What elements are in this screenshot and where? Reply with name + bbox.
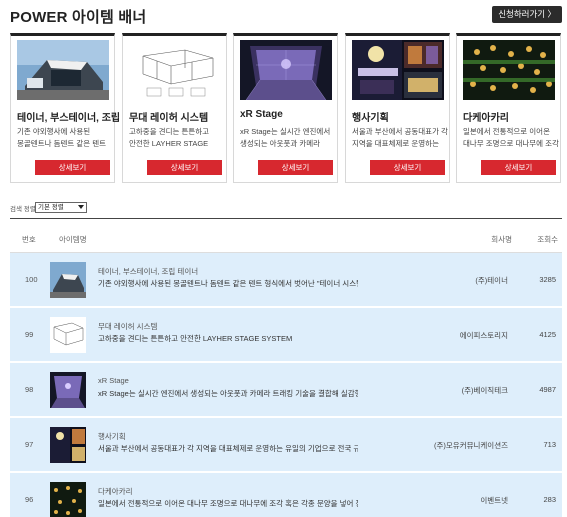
row-number: 97 (25, 440, 34, 449)
row-description: 고하중을 견디는 튼튼하고 안전한 LAYHER STAGE SYSTEM (98, 334, 293, 343)
row-views: 4987 (539, 385, 556, 394)
event-planning-image[interactable] (352, 40, 444, 100)
row-description: xR Stage는 실시간 엔진에서 생성되는 아웃풋과 카메라 트래킹 기술을… (98, 389, 358, 398)
card-title[interactable]: 무대 레이허 시스템 (129, 109, 208, 124)
card-title[interactable]: 테이너, 부스테이너, 조립 (17, 109, 120, 124)
item-card[interactable]: 무대 레이허 시스템 고하중을 견디는 튼튼하고 안전한 LAYHER STAG… (122, 33, 227, 183)
card-desc-line: 생성되는 아웃풋과 카메라 (240, 139, 321, 148)
detail-button[interactable]: 상세보기 (258, 160, 333, 175)
bamboo-light-image[interactable] (50, 482, 86, 517)
item-card[interactable]: 다케아카리 일본에서 전통적으로 이어온 대나무 조명으로 대나무에 조각 상세… (456, 33, 561, 183)
card-desc-line: 고하중을 견디는 튼튼하고 (129, 127, 210, 136)
card-description: 서울과 부산에서 공동대표가 각 지역을 대표체제로 운영하는 (352, 126, 448, 150)
card-description: xR Stage는 실시간 엔진에서 생성되는 아웃풋과 카메라 (240, 126, 336, 150)
row-company: (주)베이직테크 (461, 386, 508, 395)
header-views: 조회수 (537, 235, 558, 244)
row-views: 713 (543, 440, 556, 449)
row-number: 100 (25, 275, 38, 284)
stage-scaffold-image[interactable] (129, 40, 221, 100)
sort-label: 검색 정렬 (10, 206, 36, 213)
event-planning-image[interactable] (50, 427, 86, 463)
row-title[interactable]: 행사기획 (98, 431, 126, 442)
row-company: 에이피스토리지 (459, 331, 508, 340)
item-card[interactable]: xR Stage xR Stage는 실시간 엔진에서 생성되는 아웃풋과 카메… (233, 33, 338, 183)
card-title[interactable]: xR Stage (240, 109, 283, 120)
chevron-down-icon (78, 205, 84, 209)
apply-button[interactable]: 신청하러가기 〉 (492, 6, 562, 23)
row-title[interactable]: 테이너, 부스테이너, 조립 테이너 (98, 266, 198, 277)
card-desc-line: 대나무 조명으로 대나무에 조각 (463, 139, 559, 148)
card-desc-line: 몽골텐트나 돔텐트 같은 텐트 (17, 139, 107, 148)
table-row[interactable]: 100 테이너, 부스테이너, 조립 테이너 기존 야외행사에 사용된 몽골텐트… (10, 253, 562, 307)
card-title[interactable]: 행사기획 (352, 109, 389, 124)
row-company: (주)테이너 (475, 276, 508, 285)
xr-stage-image[interactable] (240, 40, 332, 100)
row-title[interactable]: 무대 레이허 시스템 (98, 321, 157, 332)
tent-building-image[interactable] (50, 262, 86, 298)
row-views: 3285 (539, 275, 556, 284)
row-company: (주)모유커뮤니케이션즈 (434, 441, 508, 450)
row-company: 이벤트넷 (480, 496, 508, 505)
table-header: 번호 아이템명 회사명 조회수 (10, 218, 562, 253)
card-desc-line: 지역을 대표체제로 운영하는 (352, 139, 439, 148)
card-desc-line: 일본에서 전통적으로 이어온 (463, 127, 550, 136)
bamboo-light-image[interactable] (463, 40, 555, 100)
row-number: 98 (25, 385, 34, 394)
item-card[interactable]: 테이너, 부스테이너, 조립 기존 야외행사에 사용된 몽골텐트나 돔텐트 같은… (10, 33, 120, 183)
row-description: 기존 야외행사에 사용된 몽골텐트나 돔텐트 같은 텐트 형식에서 벗어난 "테… (98, 279, 358, 288)
card-desc-line: 서울과 부산에서 공동대표가 각 (352, 127, 448, 136)
sort-select[interactable]: 기본 정렬 (35, 202, 87, 213)
row-description: 서울과 부산에서 공동대표가 각 지역을 대표체제로 운영하는 유일의 기업으로… (98, 444, 358, 453)
card-description: 일본에서 전통적으로 이어온 대나무 조명으로 대나무에 조각 (463, 126, 559, 150)
row-number: 99 (25, 330, 34, 339)
detail-button[interactable]: 상세보기 (147, 160, 222, 175)
page-title: POWER 아이템 배너 (10, 9, 147, 26)
card-title[interactable]: 다케아카리 (463, 109, 509, 124)
table-row[interactable]: 98 xR Stage xR Stage는 실시간 엔진에서 생성되는 아웃풋과… (10, 363, 562, 417)
card-desc-line: 기존 야외행사에 사용된 (17, 127, 91, 136)
detail-button[interactable]: 상세보기 (370, 160, 445, 175)
table-row[interactable]: 99 무대 레이허 시스템 고하중을 견디는 튼튼하고 안전한 LAYHER S… (10, 308, 562, 362)
card-description: 기존 야외행사에 사용된 몽골텐트나 돔텐트 같은 텐트 (17, 126, 113, 150)
row-title[interactable]: xR Stage (98, 376, 129, 385)
card-desc-line: xR Stage는 실시간 엔진에서 (240, 127, 331, 136)
row-number: 96 (25, 495, 34, 504)
row-description: 일본에서 전통적으로 이어온 대나무 조명으로 대나무에 조각 혹은 각종 문양… (98, 499, 358, 508)
item-card-gallery: 테이너, 부스테이너, 조립 기존 야외행사에 사용된 몽골텐트나 돔텐트 같은… (10, 33, 562, 183)
header-item: 아이템명 (59, 235, 87, 244)
detail-button[interactable]: 상세보기 (481, 160, 556, 175)
page-header: POWER 아이템 배너 신청하러가기 〉 (10, 6, 562, 28)
row-title[interactable]: 다케아카리 (98, 486, 133, 497)
table-row[interactable]: 96 다케아카리 일본에서 전통적으로 이어온 대나무 조명으로 대나무에 조각… (10, 473, 562, 517)
item-card[interactable]: 행사기획 서울과 부산에서 공동대표가 각 지역을 대표체제로 운영하는 상세보… (345, 33, 450, 183)
card-desc-line: 안전한 LAYHER STAGE (129, 139, 209, 148)
sort-selected-value: 기본 정렬 (38, 204, 64, 211)
tent-building-image[interactable] (17, 40, 109, 100)
xr-stage-image[interactable] (50, 372, 86, 408)
row-views: 4125 (539, 330, 556, 339)
stage-scaffold-image[interactable] (50, 317, 86, 353)
header-company: 회사명 (491, 235, 512, 244)
table-row[interactable]: 97 행사기획 서울과 부산에서 공동대표가 각 지역을 대표체제로 운영하는 … (10, 418, 562, 472)
header-num: 번호 (22, 235, 36, 244)
card-description: 고하중을 견디는 튼튼하고 안전한 LAYHER STAGE (129, 126, 225, 150)
detail-button[interactable]: 상세보기 (35, 160, 110, 175)
row-views: 283 (543, 495, 556, 504)
